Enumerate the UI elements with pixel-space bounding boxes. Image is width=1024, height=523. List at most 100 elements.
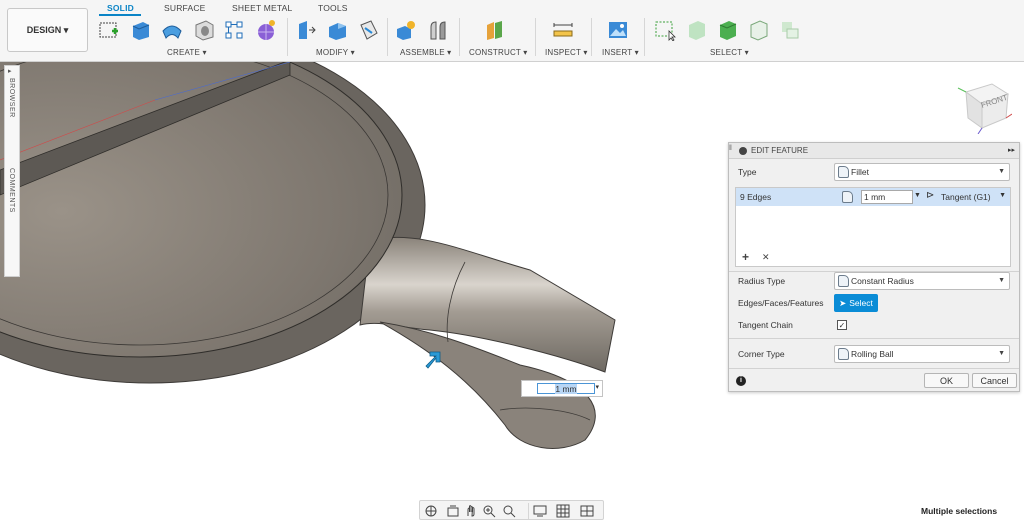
selection-status: Multiple selections [921,506,998,516]
group-select-label[interactable]: SELECT ▾ [710,48,749,57]
select-edge-icon[interactable] [748,19,770,41]
tab-sheet-metal[interactable]: SHEET METAL [232,3,292,13]
toolbar-divider [591,18,592,56]
tangency-icon: ⊳ [926,190,935,201]
radius-type-dropdown[interactable]: Constant Radius ▼ [834,272,1010,290]
fit-icon[interactable] [502,504,516,518]
edge-count: 9 Edges [740,192,772,202]
group-assemble-label[interactable]: ASSEMBLE ▾ [400,48,451,57]
navigation-bar [419,500,604,520]
rolling-ball-icon [838,348,849,360]
chevron-down-icon[interactable]: ▾ [595,383,599,391]
edit-feature-panel: ‖ EDIT FEATURE ▸▸ Type Fillet ▼ 9 Edges … [728,142,1020,392]
tab-solid[interactable]: SOLID [107,3,134,13]
tab-tools[interactable]: TOOLS [318,3,348,13]
toolbar-divider [644,18,645,56]
workspace-switcher[interactable]: DESIGN ▾ [7,8,88,52]
tab-surface[interactable]: SURFACE [164,3,206,13]
select-through-icon[interactable] [779,19,801,41]
chevron-down-icon: ▼ [998,168,1005,175]
info-icon[interactable]: i [736,376,746,386]
toolbar-divider [535,18,536,56]
ok-button[interactable]: OK [924,373,969,388]
tangent-chain-checkbox[interactable]: ✓ [837,320,847,330]
select-face-icon[interactable] [717,19,739,41]
comments-tab[interactable]: COMMENTS [8,168,15,213]
new-component-icon[interactable] [395,19,417,41]
group-insert-label[interactable]: INSERT ▾ [602,48,639,57]
extrude-icon[interactable] [130,19,152,41]
browser-tab[interactable]: BROWSER [8,78,15,118]
pan-icon[interactable] [464,504,478,518]
chevron-down-icon[interactable]: ▼ [999,192,1006,199]
viewcube[interactable]: FRONT [952,78,1012,134]
group-construct-label[interactable]: CONSTRUCT ▾ [469,48,528,57]
display-settings-icon[interactable] [533,504,547,518]
group-inspect-label[interactable]: INSPECT ▾ [545,48,588,57]
zoom-icon[interactable] [482,504,496,518]
toolbar-divider [387,18,388,56]
chevron-down-icon: ▼ [998,277,1005,284]
edge-sets-list: 9 Edges 1 mm ▼ ⊳ Tangent (G1) ▼ + ✕ [735,187,1011,267]
window-select-icon[interactable] [654,19,676,41]
type-value: Fillet [851,167,869,177]
type-row: Type Fillet ▼ [729,161,1019,183]
group-modify-label[interactable]: MODIFY ▾ [316,48,355,57]
constant-radius-icon [838,275,849,287]
toolbar-divider [459,18,460,56]
edges-faces-row: Edges/Faces/Features ➤ Select [729,292,1019,314]
tangent-chain-row: Tangent Chain ✓ [729,314,1019,336]
fillet-icon[interactable] [326,19,348,41]
canvas-radius-input[interactable]: 1 mm [537,383,595,394]
corner-type-dropdown[interactable]: Rolling Ball ▼ [834,345,1010,363]
toolbar-divider [287,18,288,56]
canvas-radius-input-wrap: 1 mm ▾ [521,380,603,397]
shell-icon[interactable] [357,19,379,41]
select-body-icon[interactable] [686,19,708,41]
type-dropdown[interactable]: Fillet ▼ [834,163,1010,181]
remove-icon[interactable]: ✕ [762,252,770,263]
fillet-drag-arrow[interactable] [425,351,441,369]
cancel-button[interactable]: Cancel [972,373,1017,388]
revolve-icon[interactable] [161,19,183,41]
pattern-icon[interactable] [223,19,245,41]
joint-icon[interactable] [427,19,449,41]
nav-divider [528,503,529,519]
viewports-icon[interactable] [580,504,594,518]
form-icon[interactable] [255,19,277,41]
grid-settings-icon[interactable] [556,504,570,518]
collapse-icon[interactable]: ▸ [8,67,12,75]
hole-icon[interactable] [193,19,215,41]
create-sketch-icon[interactable] [98,19,120,41]
fillet-icon [838,166,849,178]
insert-image-icon[interactable] [607,19,629,41]
edge-set-row[interactable]: 9 Edges 1 mm ▼ ⊳ Tangent (G1) ▼ [736,188,1010,206]
offset-plane-icon[interactable] [484,19,506,41]
measure-icon[interactable] [552,19,574,41]
tangency-value[interactable]: Tangent (G1) [941,192,991,202]
stop-icon[interactable] [739,146,747,155]
browser-comments-strip: ▸ BROWSER COMMENTS [4,65,20,277]
type-label: Type [738,167,757,177]
edges-faces-features-label: Edges/Faces/Features [738,298,824,308]
cursor-icon: ➤ [839,297,847,308]
tangent-chain-label: Tangent Chain [738,320,793,330]
group-create-label[interactable]: CREATE ▾ [167,48,207,57]
chevron-down-icon[interactable]: ▼ [914,192,921,199]
active-tab-indicator [99,14,141,16]
corner-type-row: Corner Type Rolling Ball ▼ [729,343,1019,365]
panel-title: EDIT FEATURE [751,146,809,155]
corner-type-label: Corner Type [738,349,785,359]
panel-pin-icon[interactable]: ‖ [729,145,732,152]
expand-panel-icon[interactable]: ▸▸ [1008,146,1015,154]
select-button[interactable]: ➤ Select [834,294,878,312]
panel-header: ‖ EDIT FEATURE ▸▸ [729,143,1019,159]
press-pull-icon[interactable] [295,19,317,41]
add-icon[interactable]: + [742,250,749,264]
radius-type-label: Radius Type [738,276,786,286]
look-at-icon[interactable] [446,504,460,518]
chevron-down-icon: ▼ [998,350,1005,357]
orbit-icon[interactable] [424,504,438,518]
radius-input[interactable]: 1 mm [861,190,913,204]
panel-divider [729,368,1019,369]
